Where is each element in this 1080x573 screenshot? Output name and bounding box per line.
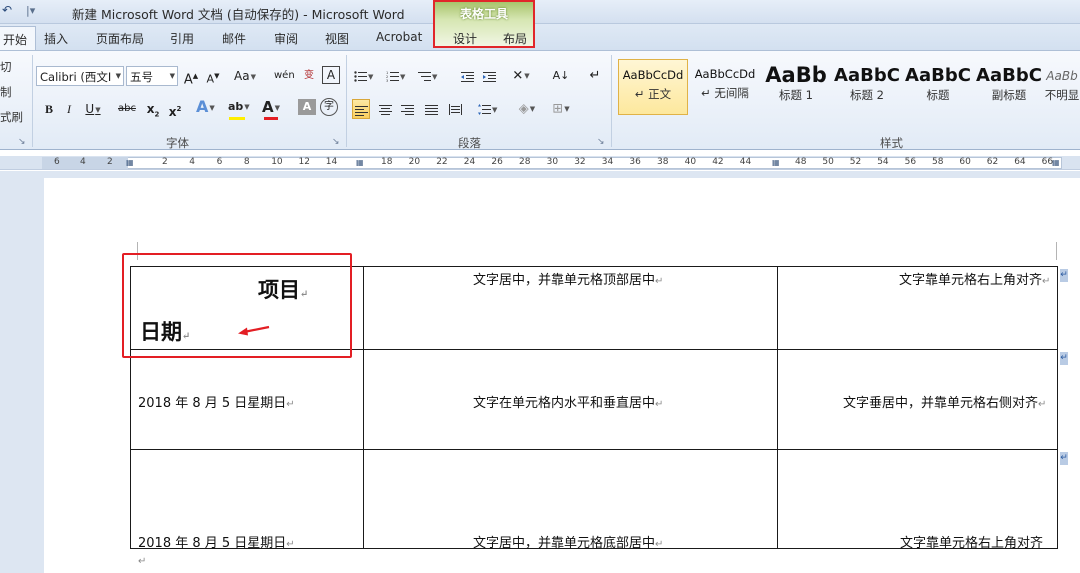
table-cell[interactable]: 文字在单元格内水平和垂直居中↵ xyxy=(473,392,663,411)
end-of-row-mark: ↵ xyxy=(1060,269,1068,282)
table-cell[interactable]: 2018 年 8 月 5 日星期日↵ xyxy=(138,392,295,411)
paragraph-mark: ↵ xyxy=(655,539,664,550)
end-of-row-mark: ↵ xyxy=(1060,352,1068,365)
cell-text: 文字在单元格内水平和垂直居中 xyxy=(473,396,656,411)
cell-text: 文字居中，并靠单元格顶部居中 xyxy=(473,273,656,288)
highlight-box xyxy=(122,253,352,358)
table-cell[interactable]: 文字垂居中，并靠单元格右侧对齐↵ xyxy=(843,392,1046,411)
table-cell[interactable]: 文字靠单元格右上角对齐↵ xyxy=(899,269,1050,288)
paragraph-mark: ↵ xyxy=(286,399,295,410)
table-cell[interactable]: 文字居中，并靠单元格底部居中↵ xyxy=(473,532,663,551)
red-arrow-icon xyxy=(238,325,270,336)
cell-text: 文字靠单元格右上角对齐 xyxy=(899,273,1043,288)
cell-text: 文字靠单元格右上角对齐 xyxy=(900,536,1044,551)
paragraph-mark: ↵ xyxy=(655,276,664,287)
paragraph-mark: ↵ xyxy=(655,399,664,410)
end-of-row-mark: ↵ xyxy=(1060,452,1068,465)
paragraph-mark: ↵ xyxy=(1042,276,1051,287)
table-cell[interactable]: 文字靠单元格右上角对齐 xyxy=(900,532,1043,551)
cell-text: 文字居中，并靠单元格底部居中 xyxy=(473,536,656,551)
cell-text: 文字垂居中，并靠单元格右侧对齐 xyxy=(843,396,1039,411)
paragraph-mark: ↵ xyxy=(286,539,295,550)
table-cell[interactable]: 文字居中，并靠单元格顶部居中↵ xyxy=(473,269,663,288)
paragraph-mark: ↵ xyxy=(138,556,147,567)
table-cell[interactable]: 2018 年 8 月 5 日星期日↵ xyxy=(138,532,295,551)
cell-text: 2018 年 8 月 5 日星期日 xyxy=(138,536,287,551)
cell-text: 2018 年 8 月 5 日星期日 xyxy=(138,396,287,411)
paragraph-mark: ↵ xyxy=(1038,399,1047,410)
